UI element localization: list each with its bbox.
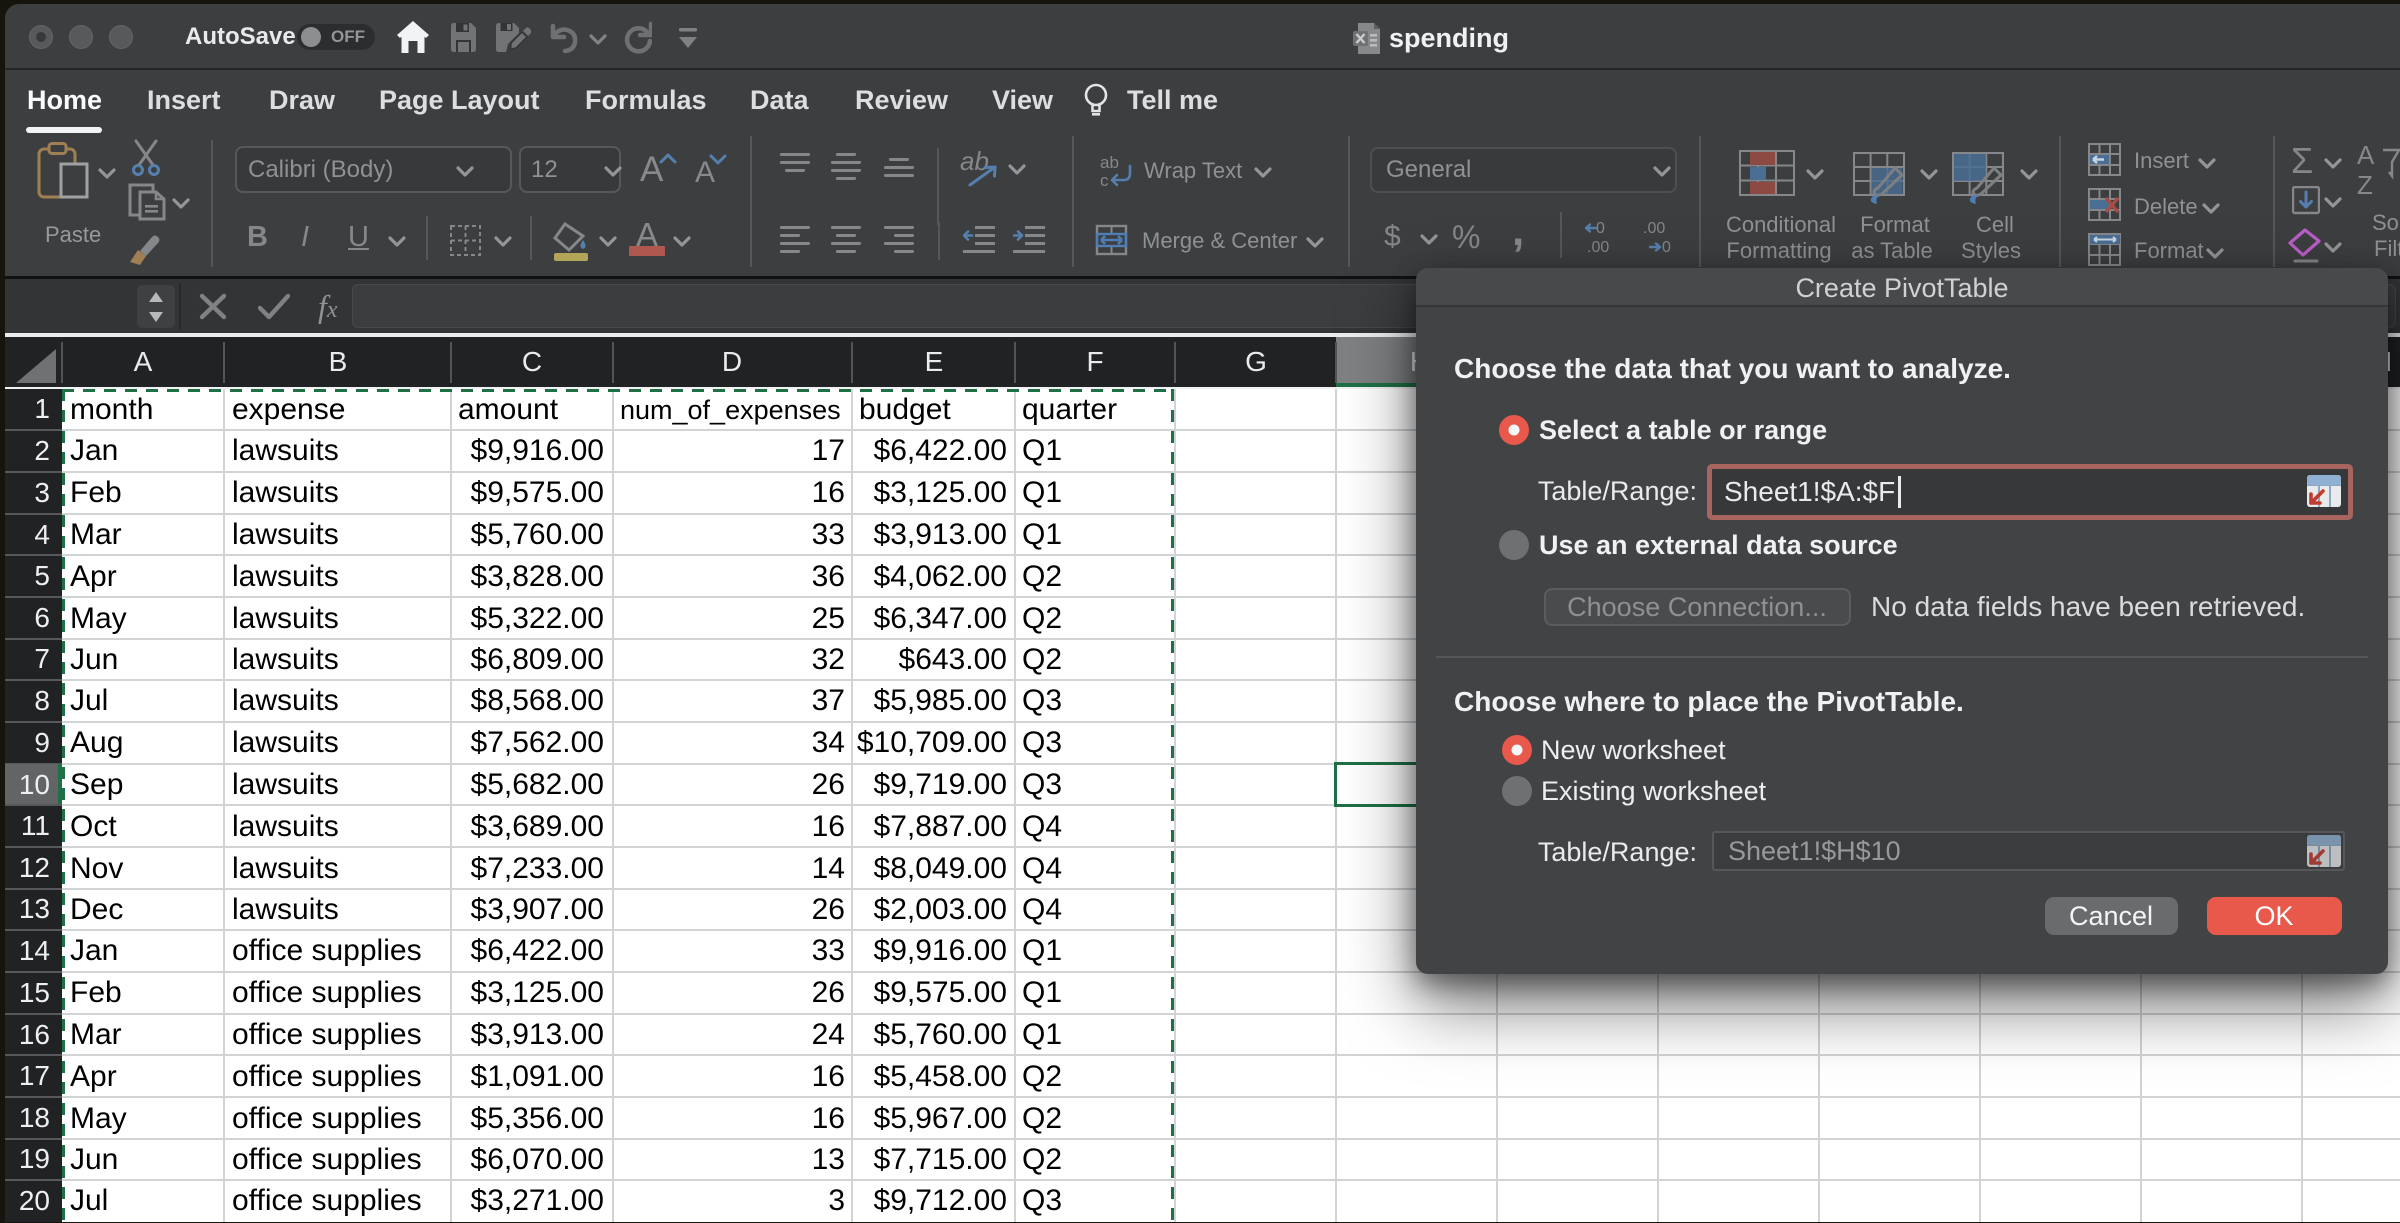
svg-text:ab: ab	[1100, 154, 1119, 172]
svg-text:Z: Z	[2357, 170, 2373, 200]
svg-text:.00: .00	[1587, 239, 1609, 256]
svg-text:.00: .00	[1643, 220, 1665, 237]
svg-text:c: c	[1100, 171, 1109, 190]
svg-text:A: A	[2357, 142, 2375, 170]
svg-text:0: 0	[1596, 220, 1605, 237]
